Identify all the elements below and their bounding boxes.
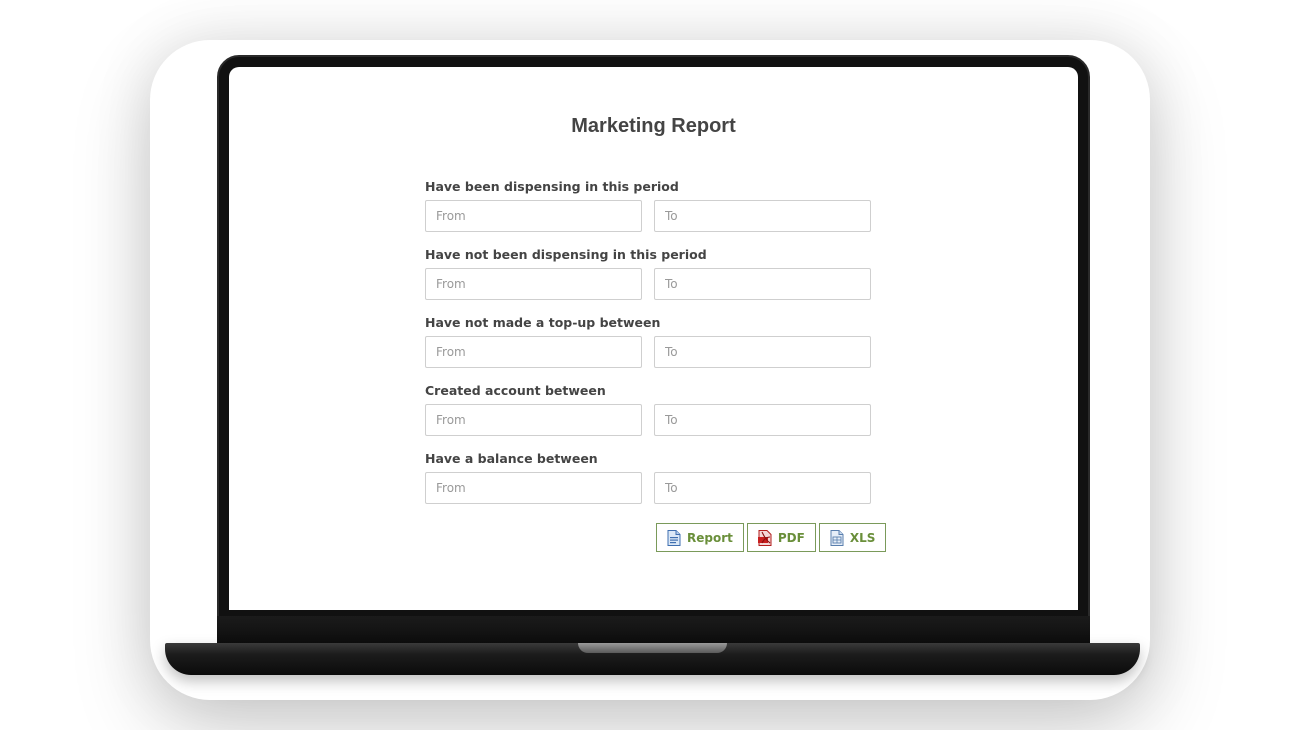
filter-created-account: Created account between	[425, 383, 871, 436]
date-range	[425, 336, 871, 368]
to-value-input[interactable]	[654, 472, 871, 504]
xls-button-label: XLS	[849, 530, 876, 545]
xls-button[interactable]: XLS	[818, 523, 887, 552]
page-title: Marketing Report	[571, 115, 736, 137]
filter-balance: Have a balance between	[425, 451, 871, 504]
to-date-input[interactable]	[654, 336, 871, 368]
pdf-button[interactable]: PDF	[746, 523, 816, 552]
spreadsheet-icon	[830, 529, 844, 546]
from-date-input[interactable]	[425, 404, 642, 436]
date-range	[425, 404, 871, 436]
pdf-icon	[757, 529, 772, 546]
filter-no-top-up: Have not made a top-up between	[425, 315, 871, 368]
laptop-screen: Marketing Report Have been dispensing in…	[229, 67, 1078, 610]
filter-label: Have been dispensing in this period	[425, 179, 679, 194]
report-button[interactable]: Report	[656, 523, 744, 552]
from-date-input[interactable]	[425, 200, 642, 232]
to-date-input[interactable]	[654, 268, 871, 300]
pdf-button-label: PDF	[777, 530, 805, 545]
value-range	[425, 472, 871, 504]
document-icon	[667, 529, 681, 546]
laptop-mockup: Marketing Report Have been dispensing in…	[0, 0, 1300, 730]
date-range	[425, 268, 871, 300]
from-date-input[interactable]	[425, 268, 642, 300]
to-date-input[interactable]	[654, 200, 871, 232]
report-button-label: Report	[687, 530, 733, 545]
filter-label: Have not made a top-up between	[425, 315, 661, 330]
date-range	[425, 200, 871, 232]
laptop-opening-notch	[578, 643, 727, 653]
filter-label: Have not been dispensing in this period	[425, 247, 707, 262]
filter-not-dispensing-period: Have not been dispensing in this period	[425, 247, 871, 300]
from-date-input[interactable]	[425, 336, 642, 368]
from-value-input[interactable]	[425, 472, 642, 504]
laptop-lid-bezel-bottom	[217, 616, 1090, 644]
filter-dispensing-period: Have been dispensing in this period	[425, 179, 871, 232]
filter-label: Have a balance between	[425, 451, 598, 466]
to-date-input[interactable]	[654, 404, 871, 436]
report-actions: Report PDF XLS	[656, 523, 887, 552]
filter-label: Created account between	[425, 383, 606, 398]
